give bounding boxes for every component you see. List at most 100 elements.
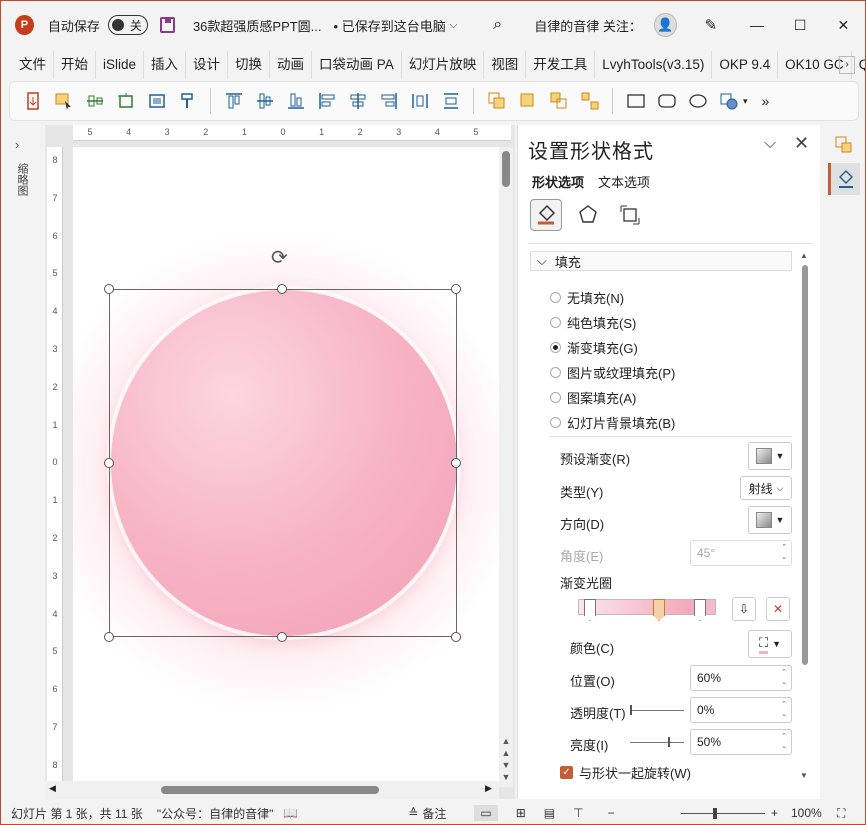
size-properties-icon[interactable] <box>614 199 646 231</box>
resize-handle-sw[interactable] <box>104 632 114 642</box>
radio-solid-fill[interactable]: 纯色填充(S) <box>550 313 636 332</box>
tab-text-options[interactable]: 文本选项 <box>598 172 650 191</box>
effects-pentagon-icon[interactable] <box>572 199 604 231</box>
slide-canvas[interactable]: ⟳ <box>73 147 499 787</box>
slide-nav-arrows-icon[interactable]: ▲ ▲ ▼ ▼ <box>499 735 513 783</box>
add-stop-button[interactable]: ⇩ <box>732 597 756 621</box>
notes-button[interactable]: 备注 <box>422 805 446 822</box>
fill-section-header[interactable]: ⌵ 填充 <box>530 251 792 271</box>
file-name[interactable]: 36款超强质感PPT圆... <box>193 16 322 35</box>
thumbnail-label[interactable]: 缩略图 <box>14 163 30 196</box>
resize-handle-se[interactable] <box>451 632 461 642</box>
zoom-slider[interactable] <box>681 813 765 814</box>
select-icon[interactable] <box>49 87 78 115</box>
align-left-icon[interactable] <box>312 87 341 115</box>
group-icon[interactable] <box>544 87 573 115</box>
layer-icon[interactable] <box>513 87 542 115</box>
scroll-left-icon[interactable]: ◀ <box>49 783 56 794</box>
align-bottom-icon[interactable] <box>281 87 310 115</box>
format-shape-icon[interactable] <box>828 163 860 195</box>
resize-handle-e[interactable] <box>451 458 461 468</box>
radio-gradient-fill[interactable]: 渐变填充(G) <box>550 338 638 357</box>
distribute-v-icon[interactable] <box>436 87 465 115</box>
resize-handle-n[interactable] <box>277 284 287 294</box>
slider-knob[interactable] <box>668 737 670 747</box>
menu-okp[interactable]: OKP 9.4 <box>712 51 779 79</box>
color-dropdown[interactable]: ⛶ ▼ <box>748 630 792 658</box>
ungroup-icon[interactable] <box>575 87 604 115</box>
save-status[interactable]: • 已保存到这台电脑 <box>334 16 446 35</box>
scroll-up-icon[interactable]: ▲ <box>800 251 808 260</box>
gradient-stop-1[interactable] <box>584 599 596 621</box>
minimize-button[interactable]: — <box>735 17 778 33</box>
scroll-thumb[interactable] <box>161 786 379 794</box>
slide-sorter-icon[interactable]: ⊞ <box>516 806 526 820</box>
close-button[interactable]: ✕ <box>822 17 865 34</box>
remove-stop-button[interactable]: ✕ <box>766 597 790 621</box>
gradient-stop-2-selected[interactable] <box>653 599 665 621</box>
normal-view-icon[interactable]: ▭ <box>474 805 498 821</box>
accessibility-icon[interactable]: 📖 <box>283 806 298 820</box>
scroll-right-icon[interactable]: ▶ <box>485 783 492 794</box>
menu-file[interactable]: 文件 <box>1 51 54 79</box>
spin-arrows-icon[interactable]: ⌃ ⌄ <box>781 732 787 752</box>
pane-close-icon[interactable]: ✕ <box>794 133 809 154</box>
align-h-icon[interactable] <box>80 87 109 115</box>
rotate-with-shape-checkbox[interactable]: ✓ 与形状一起旋转(W) <box>560 763 691 782</box>
format-painter-icon[interactable] <box>173 87 202 115</box>
menu-developer[interactable]: 开发工具 <box>526 51 596 79</box>
fill-line-icon[interactable] <box>530 199 562 231</box>
format-object-icon[interactable] <box>828 129 860 161</box>
search-icon[interactable]: ⌕ <box>493 16 502 34</box>
menu-lvyhtools[interactable]: LvyhTools(v3.15) <box>595 51 713 79</box>
scroll-thumb[interactable] <box>502 151 510 187</box>
vertical-scrollbar[interactable]: ▲ ▲ ▼ ▼ <box>499 147 513 787</box>
position-input[interactable]: 60% ⌃ ⌄ <box>690 665 792 691</box>
menu-home[interactable]: 开始 <box>54 51 96 79</box>
menu-islide[interactable]: iSlide <box>96 51 145 79</box>
menu-design[interactable]: 设计 <box>186 51 229 79</box>
distribute-h-icon[interactable] <box>405 87 434 115</box>
transform-icon[interactable] <box>18 87 47 115</box>
chevron-down-icon[interactable]: ⌵ <box>450 20 458 31</box>
avatar[interactable]: 👤 <box>653 13 677 37</box>
chevron-down-icon[interactable]: ▾ <box>743 96 748 107</box>
transparency-input[interactable]: 0% ⌃ ⌄ <box>690 697 792 723</box>
spin-arrows-icon[interactable]: ⌃ ⌄ <box>781 700 787 720</box>
resize-handle-w[interactable] <box>104 458 114 468</box>
brightness-input[interactable]: 50% ⌃ ⌄ <box>690 729 792 755</box>
resize-handle-ne[interactable] <box>451 284 461 294</box>
resize-handle-nw[interactable] <box>104 284 114 294</box>
type-dropdown[interactable]: 射线 ⌵ <box>740 476 792 500</box>
brightness-slider[interactable] <box>630 737 684 747</box>
menu-insert[interactable]: 插入 <box>144 51 187 79</box>
radio-no-fill[interactable]: 无填充(N) <box>550 288 624 307</box>
menu-pocket-animation[interactable]: 口袋动画 PA <box>312 51 402 79</box>
menu-view[interactable]: 视图 <box>484 51 527 79</box>
horizontal-scrollbar[interactable]: ◀ ▶ <box>45 781 499 799</box>
rounded-rect-icon[interactable] <box>652 87 681 115</box>
pane-options-chevron-icon[interactable]: ⌵ <box>764 135 776 153</box>
ribbon-more-button[interactable]: » <box>762 93 770 109</box>
save-icon[interactable] <box>159 17 175 33</box>
radio-pattern-fill[interactable]: 图案填充(A) <box>550 388 636 407</box>
layer-front-icon[interactable] <box>482 87 511 115</box>
shape-fill-icon[interactable] <box>714 87 743 115</box>
spin-arrows-icon[interactable]: ⌃ ⌄ <box>781 668 787 688</box>
pane-scrollbar[interactable]: ▲ ▼ <box>800 251 810 783</box>
slideshow-icon[interactable]: ⊤ <box>573 806 583 820</box>
align-right-icon[interactable] <box>374 87 403 115</box>
align-top-icon[interactable] <box>219 87 248 115</box>
zoom-level[interactable]: 100% <box>791 806 822 820</box>
notes-icon[interactable]: ≙ <box>408 806 418 820</box>
preset-gradient-dropdown[interactable]: ▼ <box>748 442 792 470</box>
menu-scroll-right-icon[interactable]: › <box>839 56 855 74</box>
designer-icon[interactable]: ✎ <box>705 16 718 34</box>
frame-icon[interactable] <box>142 87 171 115</box>
crop-icon[interactable] <box>111 87 140 115</box>
zoom-in-button[interactable]: + <box>771 806 778 820</box>
expand-chevron-icon[interactable]: › <box>15 137 19 152</box>
scroll-thumb[interactable] <box>802 265 808 665</box>
slider-knob[interactable] <box>630 705 632 715</box>
menu-slideshow[interactable]: 幻灯片放映 <box>402 51 485 79</box>
